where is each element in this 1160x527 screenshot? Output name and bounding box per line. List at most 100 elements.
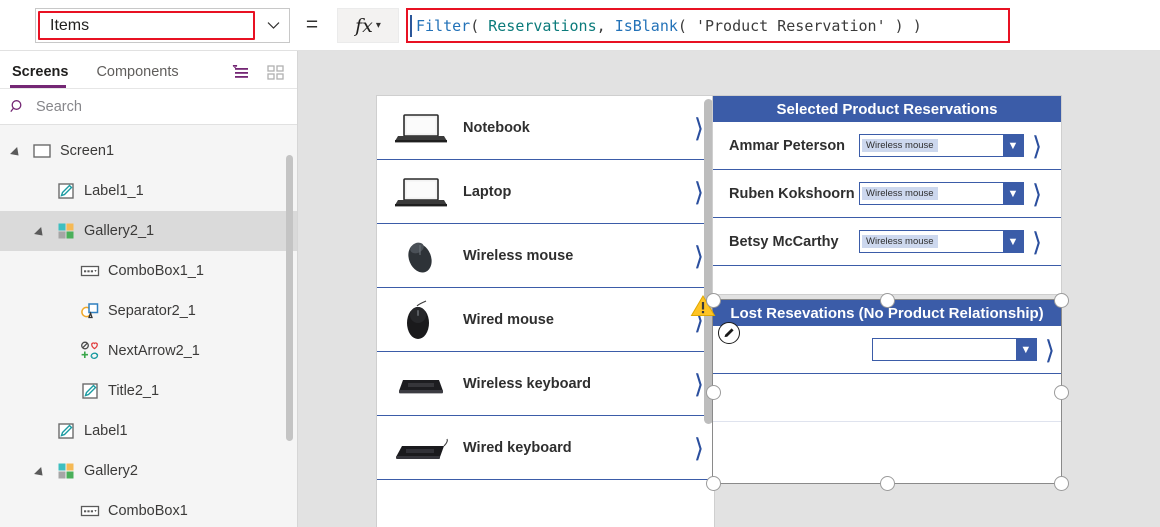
search-input[interactable]: Search — [36, 99, 82, 115]
shapes-icon-glyph — [81, 303, 99, 319]
formula-token: 'Product Reservation' — [695, 16, 886, 35]
combobox-chevron-down-icon[interactable]: ▼ — [1003, 183, 1023, 204]
chevron-right-icon[interactable]: ⟩ — [694, 243, 704, 269]
product-combobox[interactable]: ▼ — [871, 338, 1037, 361]
icons-icon — [79, 340, 101, 362]
tree-item-combobox1[interactable]: ComboBox1 — [0, 491, 297, 527]
search-box[interactable]: Search — [0, 89, 297, 125]
tree-item-label: Separator2_1 — [108, 303, 196, 319]
property-selector-value[interactable]: Items — [38, 11, 255, 40]
formula-token: IsBlank — [614, 16, 678, 35]
tree-item-separator2_1[interactable]: Separator2_1 — [0, 291, 297, 331]
tree-item-label: Screen1 — [60, 143, 115, 159]
reservation-row[interactable]: Betsy McCarthy Wireless mouse ▼ ⟩ — [713, 218, 1061, 266]
thumbnail-view-glyph — [267, 65, 284, 80]
reservation-row[interactable]: Ammar Peterson Wireless mouse ▼ ⟩ — [713, 122, 1061, 170]
app-canvas: Notebook ⟩ Laptop ⟩ Wireless mouse ⟩ Wired mou… — [298, 51, 1160, 527]
tree-item-label: Title2_1 — [108, 383, 160, 399]
tree-item-gallery2[interactable]: Gallery2 — [0, 451, 297, 491]
wireless-keyboard-image — [391, 362, 451, 406]
notebook-image-glyph — [395, 113, 447, 142]
chevron-down-icon[interactable]: ▾ — [376, 20, 381, 31]
product-combobox[interactable]: Wireless mouse ▼ — [859, 134, 1024, 157]
product-row[interactable]: Notebook ⟩ — [377, 96, 714, 160]
tab-components[interactable]: Components — [94, 64, 190, 88]
combobox-selected-chip: Wireless mouse — [862, 139, 938, 152]
chevron-right-icon[interactable]: ⟩ — [694, 435, 704, 461]
chevron-right-icon[interactable]: ⟩ — [694, 371, 704, 397]
wireless-mouse-image — [391, 234, 451, 278]
chevron-down-icon[interactable] — [257, 9, 289, 42]
reservation-row[interactable]: Ruben Kokshoorn Wireless mouse ▼ ⟩ — [713, 170, 1061, 218]
product-rows: Notebook ⟩ Laptop ⟩ Wireless mouse ⟩ Wired mou… — [377, 96, 714, 480]
formula-token: ( — [470, 16, 489, 35]
chevron-right-icon[interactable]: ⟩ — [1032, 133, 1042, 159]
product-row[interactable]: Wired mouse ⟩ — [377, 288, 714, 352]
gallery-icon — [55, 220, 77, 242]
tree-item-label: NextArrow2_1 — [108, 343, 200, 359]
wireless-mouse-image-glyph — [408, 242, 432, 273]
tree-item-gallery2_1[interactable]: Gallery2_1 — [0, 211, 297, 251]
product-row[interactable]: Wired keyboard ⟩ — [377, 416, 714, 480]
tree-item-label1_1[interactable]: Label1_1 — [0, 171, 297, 211]
product-name: Wireless keyboard — [463, 375, 592, 392]
tree-item-label1[interactable]: Label1 — [0, 411, 297, 451]
expand-caret-icon[interactable] — [12, 145, 24, 157]
label-icon — [55, 420, 77, 442]
wired-keyboard-image-glyph — [396, 438, 448, 459]
lost-reservation-row[interactable]: ▼ ⟩ — [713, 326, 1061, 374]
combobox-chevron-down-icon[interactable]: ▼ — [1015, 339, 1036, 360]
combobox-field[interactable]: Wireless mouse — [860, 135, 1003, 156]
product-row[interactable]: Laptop ⟩ — [377, 160, 714, 224]
formula-token: Reservations — [488, 16, 597, 35]
gallery-icon — [55, 460, 77, 482]
wired-mouse-image — [391, 298, 451, 342]
label-icon-glyph — [58, 183, 74, 199]
laptop-image — [391, 170, 451, 214]
expand-caret-icon[interactable] — [36, 465, 48, 477]
chevron-right-icon[interactable]: ⟩ — [1045, 337, 1055, 363]
product-combobox[interactable]: Wireless mouse ▼ — [859, 230, 1024, 253]
tree-view-tabs: Screens Components — [0, 51, 297, 89]
combobox-chevron-down-icon[interactable]: ▼ — [1003, 135, 1023, 156]
selected-reservations-gallery[interactable]: Selected Product Reservations Ammar Pete… — [712, 95, 1062, 295]
product-row[interactable]: Wireless keyboard ⟩ — [377, 352, 714, 416]
thumbnail-view-icon[interactable] — [265, 62, 287, 82]
combobox-chevron-down-icon[interactable]: ▼ — [1003, 231, 1023, 252]
chevron-right-icon[interactable]: ⟩ — [694, 115, 704, 141]
combobox-selected-chip: Wireless mouse — [862, 187, 938, 200]
lost-reservations-gallery[interactable]: Lost Resevations (No Product Relationshi… — [712, 299, 1062, 484]
product-row[interactable]: Wireless mouse ⟩ — [377, 224, 714, 288]
chevron-right-icon[interactable]: ⟩ — [1032, 229, 1042, 255]
expand-caret-icon[interactable] — [36, 225, 48, 237]
label-icon — [79, 380, 101, 402]
reservation-person-name: Betsy McCarthy — [729, 233, 839, 250]
label-icon — [55, 180, 77, 202]
tree-item-title2_1[interactable]: Title2_1 — [0, 371, 297, 411]
chevron-right-icon[interactable]: ⟩ — [694, 179, 704, 205]
chevron-right-icon[interactable]: ⟩ — [694, 307, 704, 333]
tree-view-icon[interactable] — [229, 62, 251, 82]
fx-button[interactable]: fx ▾ — [337, 8, 399, 43]
search-icon — [10, 99, 22, 112]
product-combobox[interactable]: Wireless mouse ▼ — [859, 182, 1024, 205]
tree-item-label: Gallery2 — [84, 463, 138, 479]
chevron-down-glyph — [267, 22, 279, 29]
chevron-right-icon[interactable]: ⟩ — [1032, 181, 1042, 207]
tree-scrollbar[interactable] — [286, 155, 293, 441]
property-selector[interactable]: Items — [35, 8, 290, 43]
tree-item-combobox1_1[interactable]: ComboBox1_1 — [0, 251, 297, 291]
combobox-field[interactable]: Wireless mouse — [860, 231, 1003, 252]
combobox-field[interactable]: Wireless mouse — [860, 183, 1003, 204]
product-gallery[interactable]: Notebook ⟩ Laptop ⟩ Wireless mouse ⟩ Wired mou… — [376, 95, 715, 527]
product-name: Wired keyboard — [463, 439, 572, 456]
tree-item-screen1[interactable]: Screen1 — [0, 131, 297, 171]
tree-item-nextarrow2_1[interactable]: NextArrow2_1 — [0, 331, 297, 371]
combobox-field[interactable] — [873, 339, 1016, 360]
formula-bar: Items = fx ▾ Filter( Reservations, IsBla… — [0, 0, 1160, 51]
selected-reservations-title: Selected Product Reservations — [713, 96, 1061, 122]
tab-screens[interactable]: Screens — [10, 64, 80, 88]
formula-input[interactable]: Filter( Reservations, IsBlank( 'Product … — [406, 8, 1010, 43]
combobox-icon — [79, 260, 101, 282]
notebook-image — [391, 106, 451, 150]
